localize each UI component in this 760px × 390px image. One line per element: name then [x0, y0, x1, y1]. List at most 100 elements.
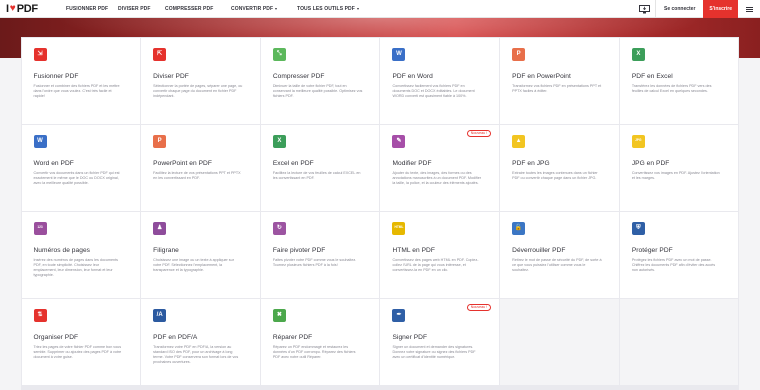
tool-title: Word en PDF — [33, 159, 74, 167]
new-badge: Nouveau ! — [466, 303, 492, 311]
page-numbers-icon: 123 — [37, 225, 43, 230]
top-navbar: I ♥ PDF FUSIONNER PDF DIVISER PDF COMPRE… — [0, 0, 760, 18]
nav-convert-pdf[interactable]: CONVERTIR PDF — [230, 0, 297, 18]
ilovepdf-logo[interactable]: I ♥ PDF — [0, 0, 56, 18]
logo-text-right: PDF — [16, 2, 38, 15]
nav-label: DIVISER PDF — [118, 5, 151, 12]
tool-description: Retirez le mot de passe de sécurité du P… — [512, 257, 602, 272]
tool-description: Convertissez facilement vos fichiers PDF… — [392, 83, 475, 98]
tool-description: Facilitez la lecture de vos présentation… — [153, 170, 241, 180]
tool-card[interactable]: 🔓 Déverrouiller PDF Retirez le mot de pass… — [500, 211, 619, 298]
heart-icon: ♥ — [9, 3, 16, 14]
watermark-icon: ♟ — [156, 225, 163, 231]
pdf-to-excel-icon: X — [636, 51, 641, 57]
tool-title: Diviser PDF — [153, 72, 189, 80]
tool-title: PDF en Excel — [631, 72, 673, 80]
sign-icon: ✒ — [396, 312, 402, 318]
tool-description: Ajouter du texte, des images, des formes… — [392, 170, 482, 185]
nav-split-pdf[interactable]: DIVISER PDF — [116, 0, 165, 18]
hamburger-menu-button[interactable] — [738, 0, 760, 18]
tool-card[interactable]: ⤡ Compresser PDF Diminuer la taille de vot… — [260, 37, 380, 124]
tool-tile: ⇱ — [153, 47, 167, 61]
compress-icon: ⤡ — [276, 51, 282, 57]
tool-card[interactable]: P PowerPoint en PDF Facilitez la lecture d… — [141, 124, 260, 211]
tool-card[interactable]: JPG JPG en PDF Convertissez vos images en … — [619, 124, 739, 211]
tool-tile: X — [272, 134, 286, 148]
tool-title: Organiser PDF — [33, 333, 79, 341]
nav-merge-pdf[interactable]: FUSIONNER PDF — [56, 0, 116, 18]
main-nav: FUSIONNER PDF DIVISER PDF COMPRESSER PDF… — [56, 0, 377, 18]
tools-grid: ⇲ Fusionner PDF Fusionner et combiner des … — [21, 37, 739, 390]
repair-icon: ✖ — [276, 312, 282, 318]
tool-card[interactable]: W Word en PDF Convertir vos documents dans… — [21, 124, 141, 211]
protect-icon: ⛨ — [636, 225, 641, 231]
signup-button[interactable]: S'inscrire — [703, 0, 738, 18]
tool-description: Convertissez vos images en PDF. Ajustez … — [631, 170, 720, 180]
tool-title: Protéger PDF — [631, 246, 673, 254]
tool-tile: HTML — [392, 221, 406, 235]
merge-icon: ⇲ — [37, 51, 43, 57]
tool-card[interactable]: ✖ Réparer PDF Réparez un PDF endommagé et … — [260, 298, 380, 385]
tool-description: Transformez votre PDF en PDF/A, la versi… — [153, 344, 239, 365]
tool-title: JPG en PDF — [631, 159, 670, 167]
split-icon: ⇱ — [157, 51, 163, 57]
tool-title: Compresser PDF — [272, 72, 325, 80]
tool-card[interactable]: ⇲ Fusionner PDF Fusionner et combiner des … — [21, 37, 141, 124]
tool-title: Signer PDF — [392, 333, 428, 341]
tool-title: PDF en PDF/A — [153, 333, 198, 341]
tool-tile: 123 — [33, 221, 47, 235]
tool-tile: W — [33, 134, 47, 148]
tool-card[interactable]: ✒ Signer PDF Signer un document et demande… — [380, 298, 500, 385]
word-to-pdf-icon: W — [37, 138, 43, 144]
powerpoint-to-pdf-icon: P — [157, 138, 162, 144]
tool-card[interactable]: ♟ Filigrane Choisissez une image ou un tex… — [141, 211, 260, 298]
pdf-to-powerpoint-icon: P — [516, 51, 521, 57]
tool-title: PDF en JPG — [512, 159, 550, 167]
empty-cell — [619, 298, 739, 385]
tool-card[interactable]: 123 Numéros de pages Insérez des numéros d… — [21, 211, 141, 298]
tool-tile: ✒ — [392, 308, 406, 322]
login-link[interactable]: Se connecter — [656, 0, 703, 18]
tool-tile: ⛨ — [631, 221, 645, 235]
header-actions: Se connecter S'inscrire — [634, 0, 760, 18]
tool-description: Signer un document et demander des signa… — [392, 344, 476, 359]
tool-title: Numéros de pages — [33, 246, 91, 254]
tool-card[interactable]: W PDF en Word Convertissez facilement vos … — [380, 37, 500, 124]
tool-card[interactable]: X Excel en PDF Facilitez la lecture de vos… — [260, 124, 380, 211]
tool-title: Fusionner PDF — [33, 72, 79, 80]
empty-cell — [500, 298, 619, 385]
tool-description: Convertir vos documents dans un fichier … — [33, 170, 120, 185]
chevron-down-icon — [275, 7, 278, 10]
tool-description: Diminuer la taille de votre fichier PDF,… — [272, 83, 363, 98]
desktop-app-button[interactable] — [634, 0, 656, 18]
tool-card[interactable]: HTML HTML en PDF Convertissez des pages we… — [380, 211, 500, 298]
tool-title: Excel en PDF — [272, 159, 314, 167]
tool-title: Faire pivoter PDF — [272, 246, 326, 254]
nav-compress-pdf[interactable]: COMPRESSER PDF — [165, 0, 230, 18]
tool-title: HTML en PDF — [392, 246, 435, 254]
tool-title: Réparer PDF — [272, 333, 313, 341]
nav-all-tools[interactable]: TOUS LES OUTILS PDF — [297, 0, 377, 18]
tool-tile: ⇅ — [33, 308, 47, 322]
new-badge: Nouveau ! — [466, 129, 492, 137]
tool-card[interactable]: /A PDF en PDF/A Transformez votre PDF en P… — [141, 298, 260, 385]
tool-description: Convertissez des pages web HTML en PDF. … — [392, 257, 479, 272]
tool-card[interactable]: P PDF en PowerPoint Transformez vos fichie… — [500, 37, 619, 124]
tool-card[interactable]: ↻ Faire pivoter PDF Faites pivoter votre P… — [260, 211, 380, 298]
nav-label: CONVERTIR PDF — [231, 5, 274, 12]
tool-tile: ✎ — [392, 134, 406, 148]
pdf-to-pdfa-icon: /A — [156, 312, 163, 318]
tool-tile: ↻ — [272, 221, 286, 235]
tool-card[interactable]: ✎ Modifier PDF Ajouter du texte, des image… — [380, 124, 500, 211]
tool-card[interactable]: ⇅ Organiser PDF Triez les pages de votre f… — [21, 298, 141, 385]
unlock-icon: 🔓 — [514, 225, 523, 231]
tool-tile: X — [631, 47, 645, 61]
tool-description: Faites pivoter votre PDF comme vous le s… — [272, 257, 357, 267]
tool-card[interactable]: ▲ PDF en JPG Extraire toutes les images co… — [500, 124, 619, 211]
tool-card[interactable]: ⛨ Protéger PDF Protégez les fichiers PDF a… — [619, 211, 739, 298]
tool-card[interactable]: X PDF en Excel Transférez les données de f… — [619, 37, 739, 124]
tool-tile: 🔓 — [512, 221, 526, 235]
tool-description: Triez les pages de votre fichier PDF com… — [33, 344, 122, 359]
tool-card[interactable]: ⇱ Diviser PDF Sélectionner la portée de pa… — [141, 37, 260, 124]
nav-label: TOUS LES OUTILS PDF — [297, 5, 355, 12]
